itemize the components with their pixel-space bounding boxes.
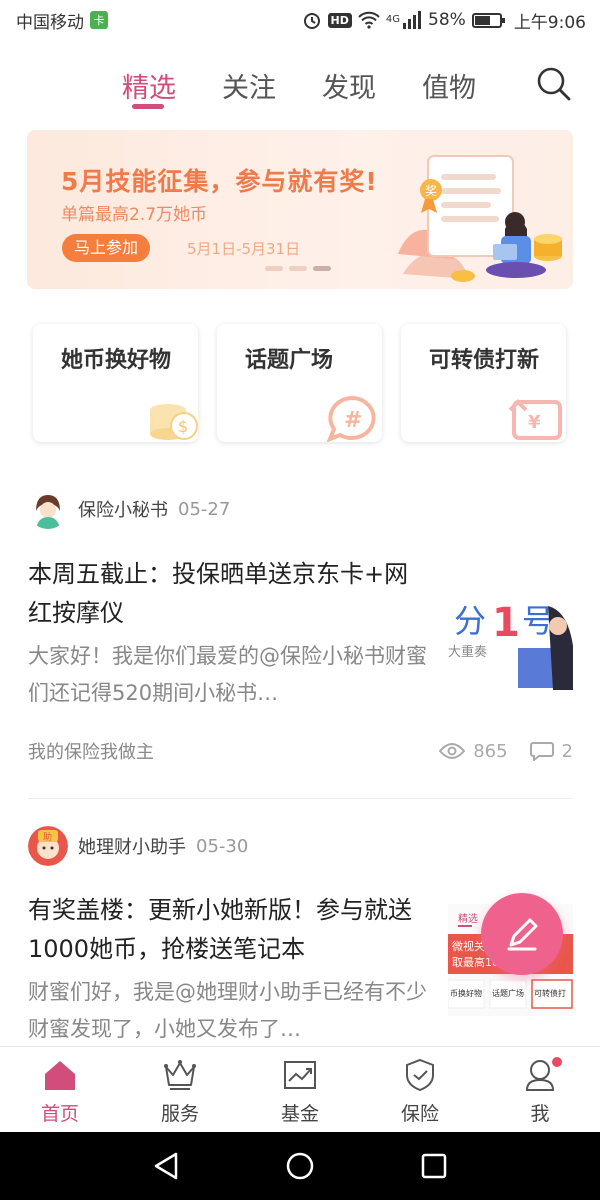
divider xyxy=(28,798,573,799)
sim-icon: 卡 xyxy=(90,11,108,29)
home-circle-icon[interactable] xyxy=(285,1151,315,1181)
thumb-text: 可转债打 xyxy=(534,988,566,998)
post-thumbnail[interactable]: 分 1 号 大重奏 xyxy=(448,596,573,690)
system-nav-bar xyxy=(0,1132,600,1200)
active-tab-indicator xyxy=(132,104,164,109)
post-title[interactable]: 有奖盖楼：更新小她新版！参与就送1000她币，抢楼送笔记本 xyxy=(28,891,428,969)
join-now-button[interactable]: 马上参加 xyxy=(62,234,151,262)
post-excerpt: 财蜜们好，我是@她理财小助手已经有不少财蜜发现了，小她又发布了… xyxy=(28,980,427,1041)
nav-label: 服务 xyxy=(160,1103,199,1125)
post-date: 05-27 xyxy=(178,498,231,520)
notification-dot xyxy=(552,1057,562,1067)
carrier-name: 中国移动 xyxy=(16,12,84,33)
search-icon[interactable] xyxy=(536,66,572,102)
nav-label: 保险 xyxy=(400,1103,439,1125)
tab-following[interactable]: 关注 xyxy=(222,66,276,105)
carousel-dot xyxy=(289,266,307,271)
tab-worth-buying[interactable]: 值物 xyxy=(422,66,476,105)
banner-title: 5月技能征集，参与就有奖! xyxy=(61,167,378,196)
carousel-dots xyxy=(265,266,331,271)
banner-subtitle: 单篇最高2.7万她币 xyxy=(61,205,208,225)
home-icon xyxy=(45,1061,75,1090)
post-author[interactable]: 保险小秘书 xyxy=(78,496,168,522)
thumb-caption: 大重奏 xyxy=(448,644,487,660)
coins-icon: $ xyxy=(150,404,198,440)
svg-text:¥: ¥ xyxy=(528,412,541,433)
crown-icon xyxy=(164,1060,196,1090)
post-excerpt: 大家好！我是你们最爱的@保险小秘书财蜜们还记得520期间小秘书… xyxy=(28,644,427,705)
recent-apps-icon[interactable] xyxy=(420,1152,448,1180)
post-title[interactable]: 本周五截止：投保晒单送京东卡+网红按摩仪 xyxy=(28,555,428,633)
quick-link-convertible-bond[interactable]: 可转债打新 ¥ xyxy=(401,324,566,442)
bottom-nav: 首页 服务 基金 保险 我 xyxy=(0,1046,600,1132)
quick-link-label: 话题广场 xyxy=(245,348,334,373)
battery-percent: 58% xyxy=(428,10,466,30)
back-icon[interactable] xyxy=(152,1151,180,1181)
post-footer: 我的保险我做主 865 2 xyxy=(28,738,573,764)
pencil-icon xyxy=(507,918,538,951)
post-author[interactable]: 她理财小助手 xyxy=(78,833,186,859)
thumb-text: 1 xyxy=(492,600,520,646)
thumb-text: 币换好物 xyxy=(450,988,482,998)
signal-icon xyxy=(403,11,422,29)
status-left: 中国移动 卡 xyxy=(16,8,108,33)
alarm-icon xyxy=(303,13,320,29)
chart-icon xyxy=(284,1061,316,1089)
quick-link-coin-redeem[interactable]: 她币换好物 $ xyxy=(33,324,198,442)
tab-featured[interactable]: 精选 xyxy=(122,66,176,105)
thumb-text: 分 xyxy=(454,602,486,640)
quick-link-label: 她币换好物 xyxy=(61,348,172,373)
post-header: 保险小秘书 05-27 xyxy=(28,489,230,529)
avatar-text: 助 xyxy=(43,831,52,843)
thumb-text: 话题广场 xyxy=(492,988,524,998)
thumb-text: 精选 xyxy=(458,912,478,925)
hashtag-bubble-icon: # xyxy=(326,395,376,442)
nav-services[interactable]: 服务 xyxy=(120,1047,240,1132)
post-tag[interactable]: 我的保险我做主 xyxy=(28,738,154,764)
hd-icon: HD xyxy=(327,12,352,28)
nav-label: 首页 xyxy=(40,1103,79,1125)
post-header: 助 她理财小助手 05-30 xyxy=(28,826,248,866)
compose-button[interactable] xyxy=(481,893,563,975)
wifi-icon xyxy=(358,11,380,29)
quick-link-topic-square[interactable]: 话题广场 # xyxy=(217,324,382,442)
nav-label: 基金 xyxy=(280,1103,319,1125)
network-type: 4G xyxy=(385,13,401,25)
nav-insurance[interactable]: 保险 xyxy=(360,1047,480,1132)
banner-date-range: 5月1日-5月31日 xyxy=(187,240,301,258)
comment-icon xyxy=(529,742,554,761)
post-date: 05-30 xyxy=(196,835,249,857)
nav-home[interactable]: 首页 xyxy=(0,1047,120,1132)
shield-icon xyxy=(406,1058,434,1092)
nav-funds[interactable]: 基金 xyxy=(240,1047,360,1132)
yuan-exchange-icon: ¥ xyxy=(508,399,562,440)
quick-link-label: 可转债打新 xyxy=(429,348,540,373)
svg-text:$: $ xyxy=(178,417,188,436)
status-bar: 中国移动 卡 HD 4G 58% 上午9:06 xyxy=(0,0,600,40)
comment-count: 2 xyxy=(561,740,573,762)
nav-me[interactable]: 我 xyxy=(480,1047,600,1132)
status-time: 上午9:06 xyxy=(513,12,586,33)
svg-text:#: # xyxy=(344,408,362,433)
banner-medal-text: 奖 xyxy=(425,184,437,198)
promo-banner[interactable]: 5月技能征集，参与就有奖! 单篇最高2.7万她币 马上参加 5月1日-5月31日… xyxy=(27,130,573,289)
carousel-dot-active xyxy=(313,266,331,271)
nav-label: 我 xyxy=(530,1103,550,1125)
avatar[interactable]: 助 xyxy=(28,826,68,866)
battery-icon xyxy=(471,12,505,28)
status-right: HD 4G 58% 上午9:06 xyxy=(302,8,586,33)
view-count: 865 xyxy=(473,740,508,762)
tab-discover[interactable]: 发现 xyxy=(322,66,376,105)
post-stats: 865 2 xyxy=(439,741,573,762)
avatar[interactable] xyxy=(28,489,68,529)
banner-illustration: 奖 xyxy=(398,155,562,282)
top-nav: 精选 关注 发现 值物 xyxy=(0,58,600,118)
eye-icon xyxy=(439,743,466,759)
carousel-dot xyxy=(265,266,283,271)
